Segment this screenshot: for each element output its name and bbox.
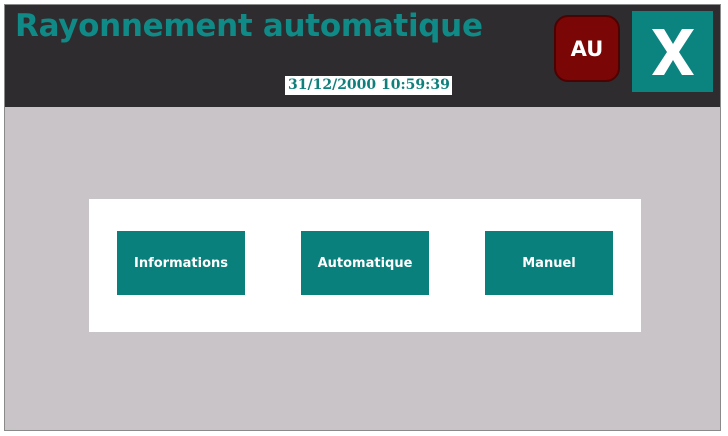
header-bar: Rayonnement automatique 31/12/2000 10:59…: [5, 5, 720, 107]
hmi-screen: Rayonnement automatique 31/12/2000 10:59…: [4, 4, 721, 431]
informations-button-label: Informations: [133, 255, 228, 271]
manuel-button-label: Manuel: [522, 255, 576, 271]
informations-button[interactable]: Informations: [117, 231, 245, 295]
manuel-button[interactable]: Manuel: [485, 231, 613, 295]
menu-panel: Informations Automatique Manuel: [89, 199, 641, 332]
au-button-label: AU: [570, 36, 604, 61]
automatique-button[interactable]: Automatique: [301, 231, 429, 295]
close-x-icon: [651, 28, 694, 75]
datetime-display: 31/12/2000 10:59:39: [285, 76, 452, 95]
au-button[interactable]: AU: [554, 15, 620, 82]
automatique-button-label: Automatique: [317, 255, 413, 271]
close-button[interactable]: [632, 11, 713, 92]
page-title: Rayonnement automatique: [15, 8, 483, 44]
